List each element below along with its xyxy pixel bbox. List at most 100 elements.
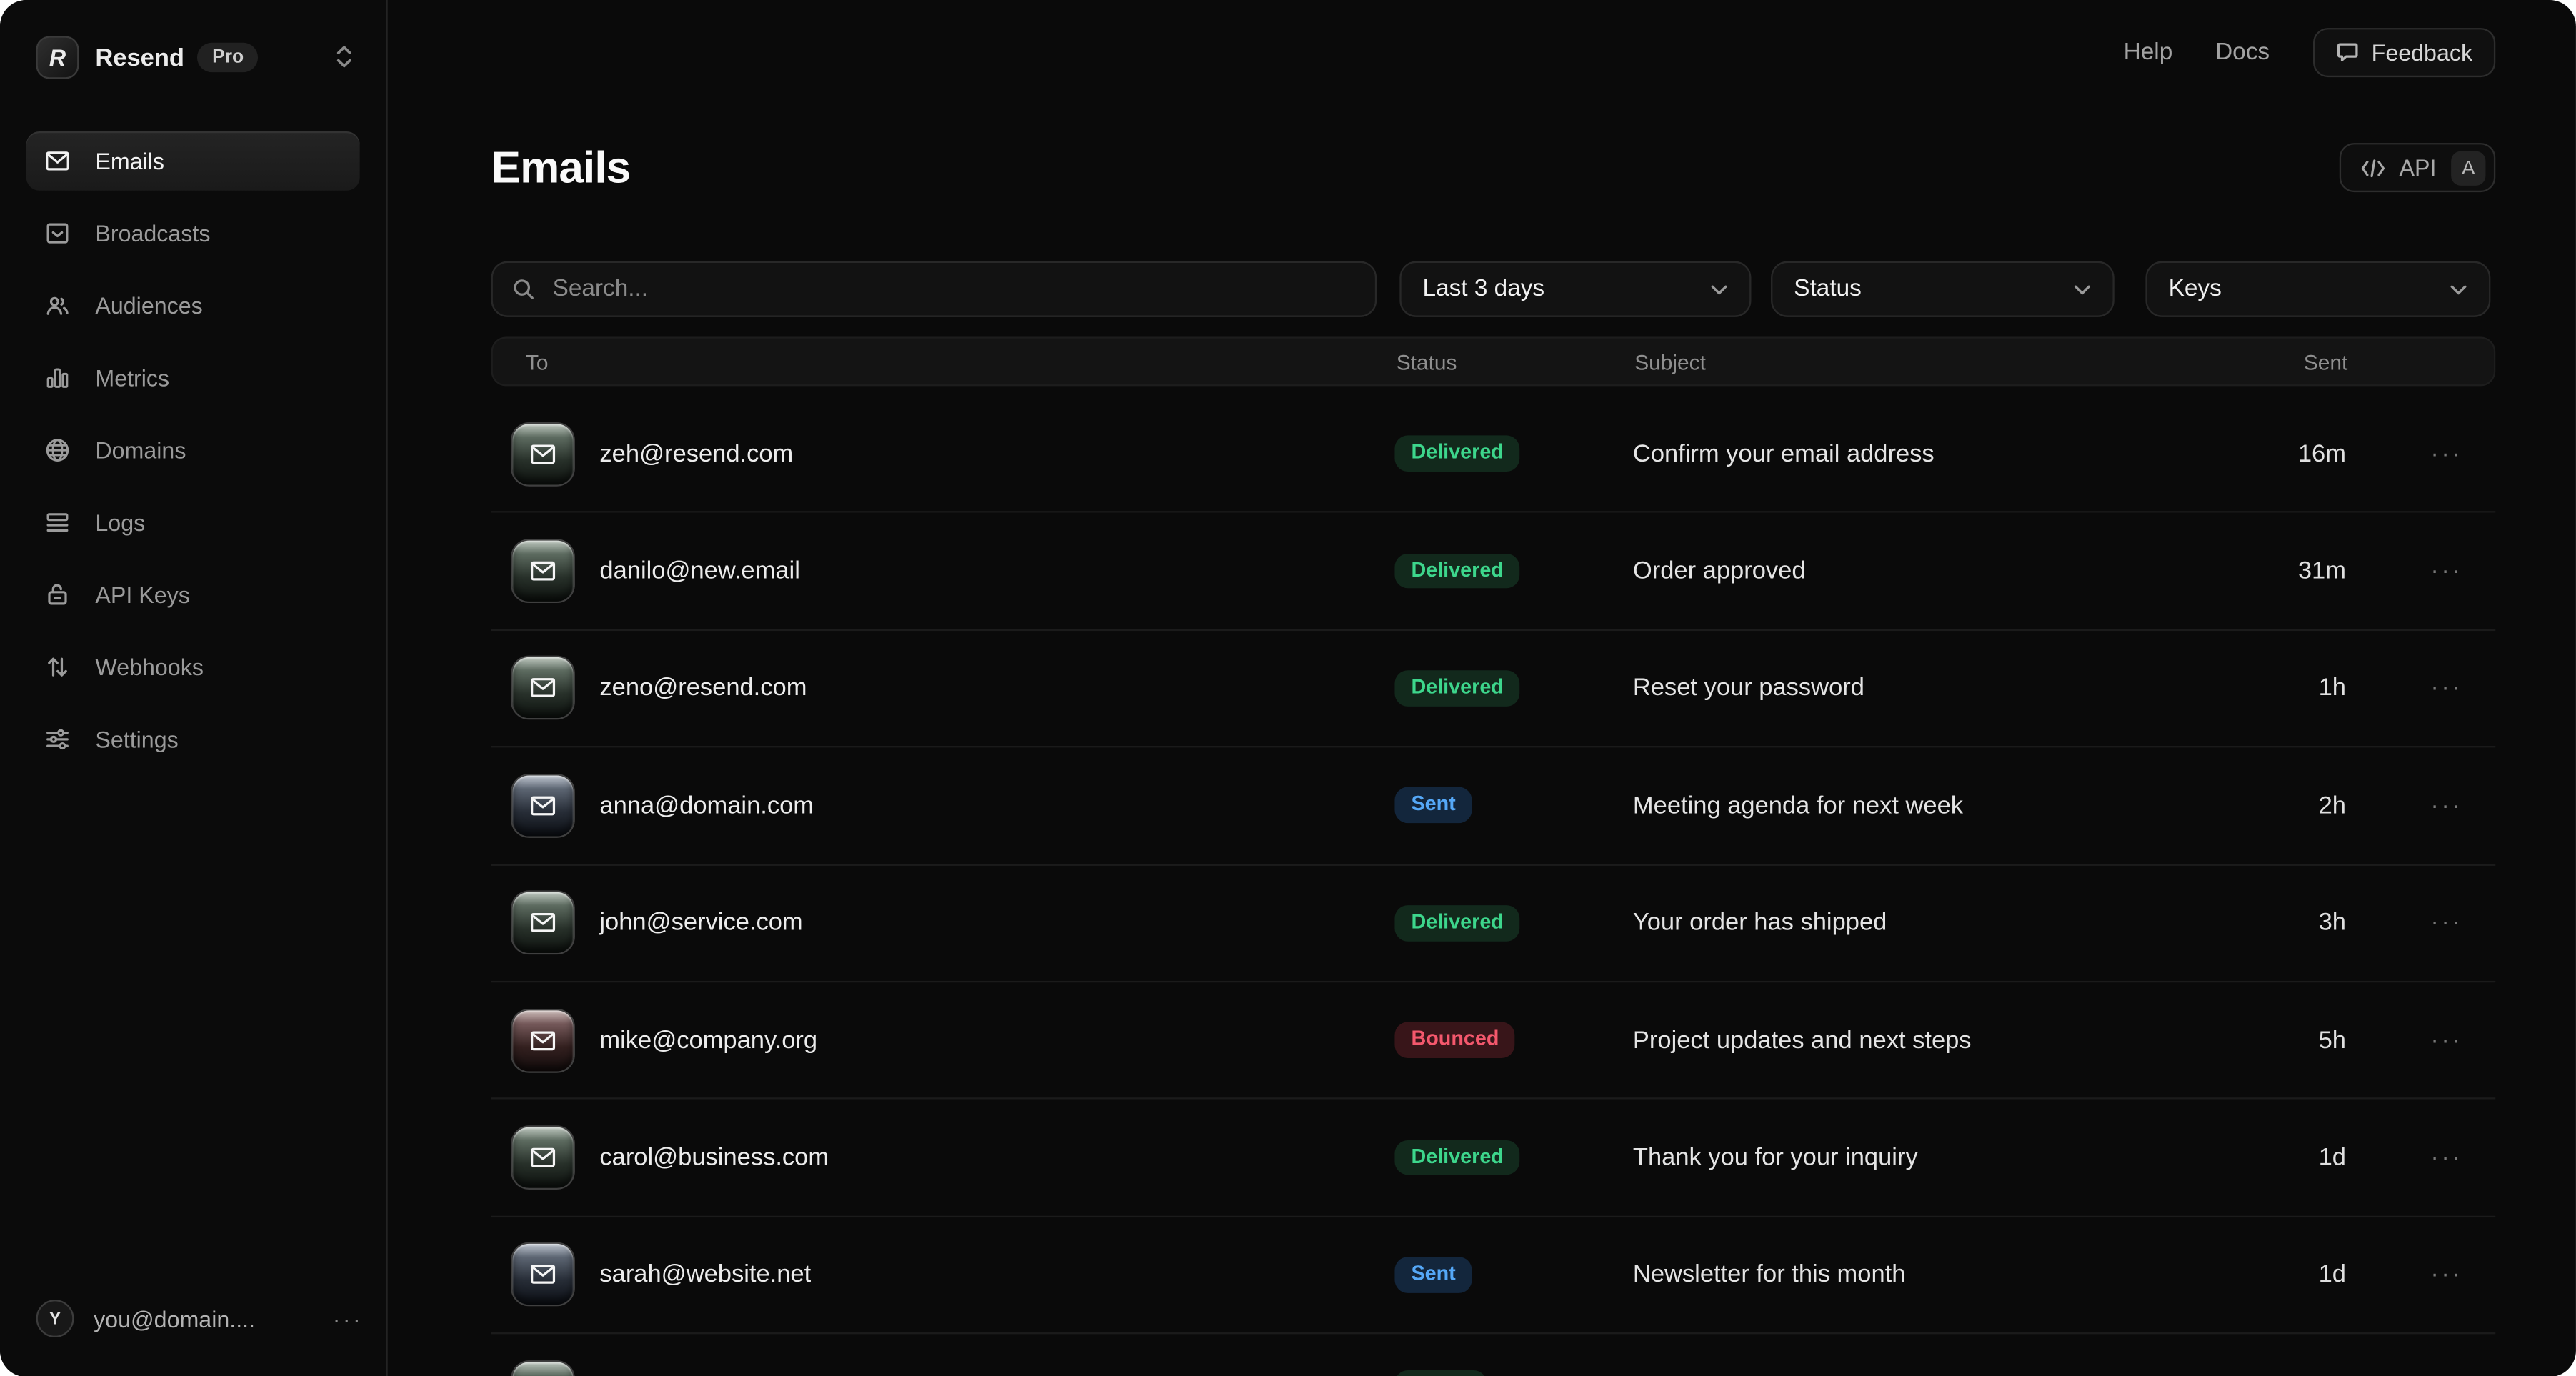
sent-time: 5h bbox=[2198, 1026, 2346, 1054]
date-range-select[interactable]: Last 3 days bbox=[1399, 261, 1751, 317]
table-row[interactable]: zeh@resend.com Delivered Confirm your em… bbox=[491, 396, 2496, 513]
email-subject: Reset your password bbox=[1633, 674, 2198, 702]
chevron-up-down-icon[interactable] bbox=[335, 44, 353, 77]
email-table-body: zeh@resend.com Delivered Confirm your em… bbox=[491, 396, 2496, 1376]
table-row[interactable]: sarah@website.net Sent Newsletter for th… bbox=[491, 1217, 2496, 1334]
email-subject: Order approved bbox=[1633, 557, 2198, 585]
lock-icon bbox=[44, 582, 71, 608]
sidebar-nav: Emails Broadcasts Audiences Metrics Doma… bbox=[0, 131, 386, 769]
recipient-email: zeh@resend.com bbox=[599, 440, 793, 468]
to-cell: mike@company.org bbox=[491, 1009, 1395, 1070]
status-cell: Delivered bbox=[1394, 1140, 1632, 1175]
sidebar-item-metrics[interactable]: Metrics bbox=[26, 349, 360, 408]
status-badge: Sent bbox=[1394, 788, 1472, 824]
sent-time: 2h bbox=[2198, 792, 2346, 819]
table-row[interactable]: mike@company.org Bounced Project updates… bbox=[491, 982, 2496, 1100]
sidebar-item-emails[interactable]: Emails bbox=[26, 131, 360, 191]
row-overflow-menu[interactable]: ··· bbox=[2346, 557, 2492, 585]
help-link[interactable]: Help bbox=[2124, 39, 2173, 66]
email-icon-tile bbox=[513, 775, 574, 836]
recipient-email: sarah@website.net bbox=[599, 1261, 811, 1289]
sidebar-item-label: API Keys bbox=[95, 582, 189, 608]
sidebar-item-label: Audiences bbox=[95, 292, 202, 319]
email-subject: Newsletter for this month bbox=[1633, 1261, 2198, 1289]
table-row[interactable]: anna@domain.com Sent Meeting agenda for … bbox=[491, 748, 2496, 865]
to-cell: zeh@resend.com bbox=[491, 424, 1395, 484]
sidebar-item-domains[interactable]: Domains bbox=[26, 421, 360, 480]
email-subject: Confirm your email address bbox=[1633, 440, 2198, 468]
user-menu[interactable]: Y you@domain.... ··· bbox=[36, 1289, 364, 1348]
row-overflow-menu[interactable]: ··· bbox=[2346, 440, 2492, 468]
page-title: Emails bbox=[491, 142, 631, 193]
globe-icon bbox=[44, 437, 71, 464]
table-row[interactable]: zeno@resend.com Delivered Reset your pas… bbox=[491, 631, 2496, 748]
feedback-label: Feedback bbox=[2372, 39, 2472, 66]
envelope-icon bbox=[529, 792, 557, 819]
sidebar-item-label: Broadcasts bbox=[95, 220, 210, 246]
table-row[interactable]: john@service.com Delivered Your order ha… bbox=[491, 865, 2496, 982]
to-cell: zeno@resend.com bbox=[491, 658, 1395, 719]
avatar: Y bbox=[36, 1300, 74, 1337]
recipient-email: carol@business.com bbox=[599, 1144, 829, 1172]
envelope-icon bbox=[529, 440, 557, 468]
envelope-icon bbox=[529, 557, 557, 585]
api-button-label: API bbox=[2400, 154, 2437, 181]
status-badge: Bounced bbox=[1394, 1022, 1515, 1058]
sidebar-item-label: Webhooks bbox=[95, 654, 204, 680]
to-cell: anna@domain.com bbox=[491, 775, 1395, 836]
to-cell bbox=[491, 1362, 1395, 1376]
sidebar-item-logs[interactable]: Logs bbox=[26, 493, 360, 552]
status-badge: Sent bbox=[1394, 1257, 1472, 1292]
status-badge: Delivered bbox=[1394, 1140, 1519, 1175]
search-input[interactable] bbox=[549, 274, 1355, 304]
sidebar-item-label: Metrics bbox=[95, 365, 169, 392]
row-overflow-menu[interactable]: ··· bbox=[2346, 909, 2492, 937]
sidebar-item-audiences[interactable]: Audiences bbox=[26, 276, 360, 335]
feedback-button[interactable]: Feedback bbox=[2312, 28, 2495, 77]
row-overflow-menu[interactable]: ··· bbox=[2346, 674, 2492, 702]
keyboard-shortcut-badge: A bbox=[2451, 150, 2485, 184]
email-icon-tile bbox=[513, 658, 574, 719]
email-subject: Thank you for your inquiry bbox=[1633, 1144, 2198, 1172]
envelope-icon bbox=[529, 1261, 557, 1289]
table-row[interactable] bbox=[491, 1335, 2496, 1376]
workspace-switcher[interactable]: R Resend Pro bbox=[0, 0, 386, 79]
sent-time: 1d bbox=[2198, 1144, 2346, 1172]
chevron-down-icon bbox=[1710, 284, 1728, 295]
sidebar-item-webhooks[interactable]: Webhooks bbox=[26, 637, 360, 697]
email-subject: Project updates and next steps bbox=[1633, 1026, 2198, 1054]
envelope-icon bbox=[529, 674, 557, 702]
status-cell: Delivered bbox=[1394, 905, 1632, 941]
status-badge bbox=[1394, 1370, 1487, 1376]
status-badge: Delivered bbox=[1394, 553, 1519, 589]
recipient-email: mike@company.org bbox=[599, 1026, 817, 1054]
row-overflow-menu[interactable]: ··· bbox=[2346, 1144, 2492, 1172]
plan-badge: Pro bbox=[197, 43, 258, 72]
sidebar-item-settings[interactable]: Settings bbox=[26, 709, 360, 769]
column-header-sent: Sent bbox=[2200, 349, 2347, 374]
search-icon bbox=[513, 278, 535, 301]
status-badge: Delivered bbox=[1394, 670, 1519, 706]
status-badge: Delivered bbox=[1394, 436, 1519, 472]
row-overflow-menu[interactable]: ··· bbox=[2346, 1026, 2492, 1054]
row-overflow-menu[interactable]: ··· bbox=[2346, 792, 2492, 819]
docs-link[interactable]: Docs bbox=[2215, 39, 2270, 66]
sidebar-item-broadcasts[interactable]: Broadcasts bbox=[26, 204, 360, 263]
table-row[interactable]: danilo@new.email Delivered Order approve… bbox=[491, 513, 2496, 630]
search-box[interactable] bbox=[491, 261, 1377, 317]
email-icon-tile bbox=[513, 1009, 574, 1070]
table-row[interactable]: carol@business.com Delivered Thank you f… bbox=[491, 1100, 2496, 1217]
code-icon bbox=[2362, 159, 2386, 176]
rows-icon bbox=[44, 509, 71, 536]
email-icon-tile bbox=[513, 892, 574, 953]
resend-logo: R bbox=[36, 36, 79, 79]
status-cell: Delivered bbox=[1394, 436, 1632, 472]
user-overflow-menu[interactable]: ··· bbox=[333, 1305, 364, 1332]
sidebar-item-api-keys[interactable]: API Keys bbox=[26, 565, 360, 624]
row-overflow-menu[interactable]: ··· bbox=[2346, 1261, 2492, 1289]
api-button[interactable]: API A bbox=[2340, 143, 2496, 192]
status-badge: Delivered bbox=[1394, 905, 1519, 941]
users-icon bbox=[44, 292, 71, 319]
status-select[interactable]: Status bbox=[1771, 261, 2115, 317]
keys-select[interactable]: Keys bbox=[2145, 261, 2490, 317]
